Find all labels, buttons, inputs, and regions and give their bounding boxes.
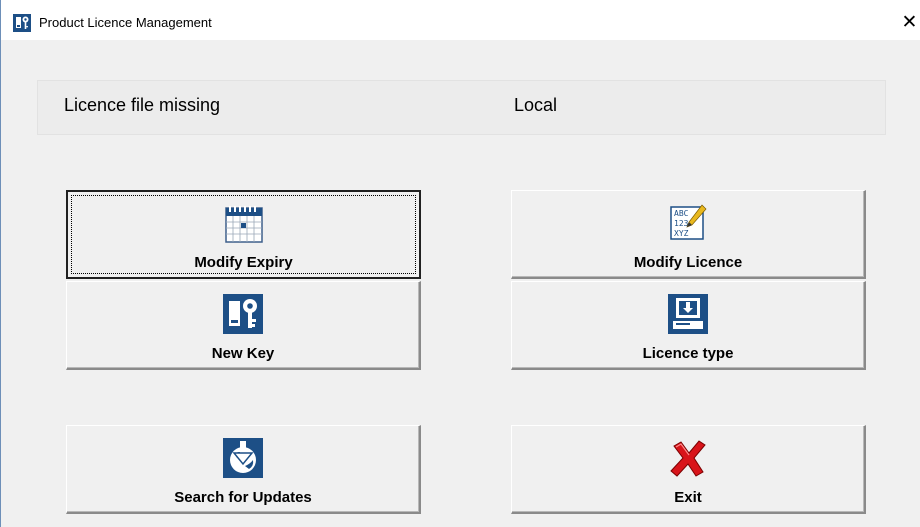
search-updates-button[interactable]: Search for Updates [66,425,421,514]
svg-text:123: 123 [674,219,689,228]
licence-status-text: Licence file missing [64,95,221,115]
red-x-icon [670,440,706,477]
new-key-button[interactable]: New Key [66,281,421,370]
new-key-label: New Key [211,345,275,362]
svg-text:XYZ: XYZ [674,229,689,238]
abc-123-edit-icon: ABC 123 XYZ [670,204,707,240]
exit-button[interactable]: Exit [511,425,866,514]
licence-mode-text: Local [514,95,558,115]
globe-download-icon [223,438,263,478]
exit-label: Exit [674,489,702,506]
modify-expiry-button[interactable]: Modify Expiry [66,190,421,279]
app-key-icon [13,14,31,32]
close-button[interactable]: ✕ [898,10,920,36]
search-updates-label: Search for Updates [174,489,312,506]
licence-type-label: Licence type [642,345,734,362]
network-computer-icon [668,294,708,334]
title-bar: Product Licence Management ✕ [1,0,920,40]
modify-expiry-label: Modify Expiry [194,254,293,271]
modify-licence-button[interactable]: ABC 123 XYZ Modify Licence [511,190,866,279]
window-title: Product Licence Management [39,15,212,30]
key-icon [223,294,263,334]
licence-window: Product Licence Management ✕ Licence fil… [0,0,920,527]
licence-type-button[interactable]: Licence type [511,281,866,370]
svg-text:ABC: ABC [674,209,689,218]
status-panel: Licence file missing Local [37,80,886,135]
calendar-icon [224,206,263,243]
modify-licence-label: Modify Licence [633,254,743,271]
